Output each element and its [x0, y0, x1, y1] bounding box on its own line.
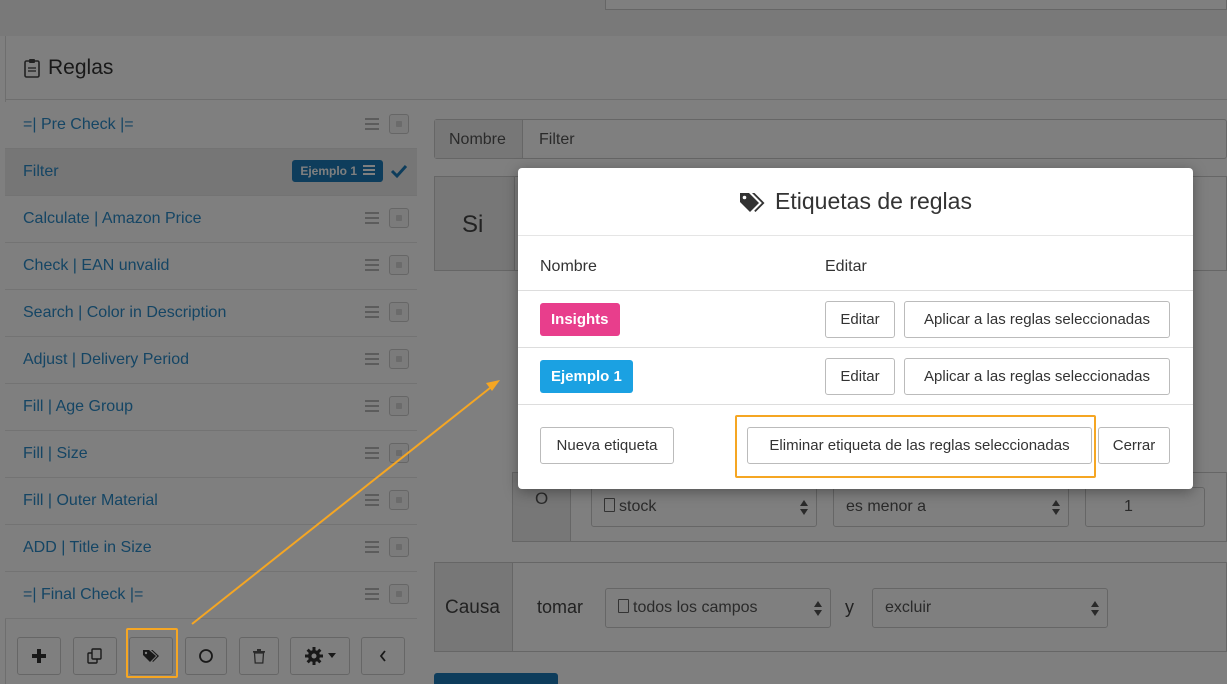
annotation-arrow	[191, 380, 500, 625]
